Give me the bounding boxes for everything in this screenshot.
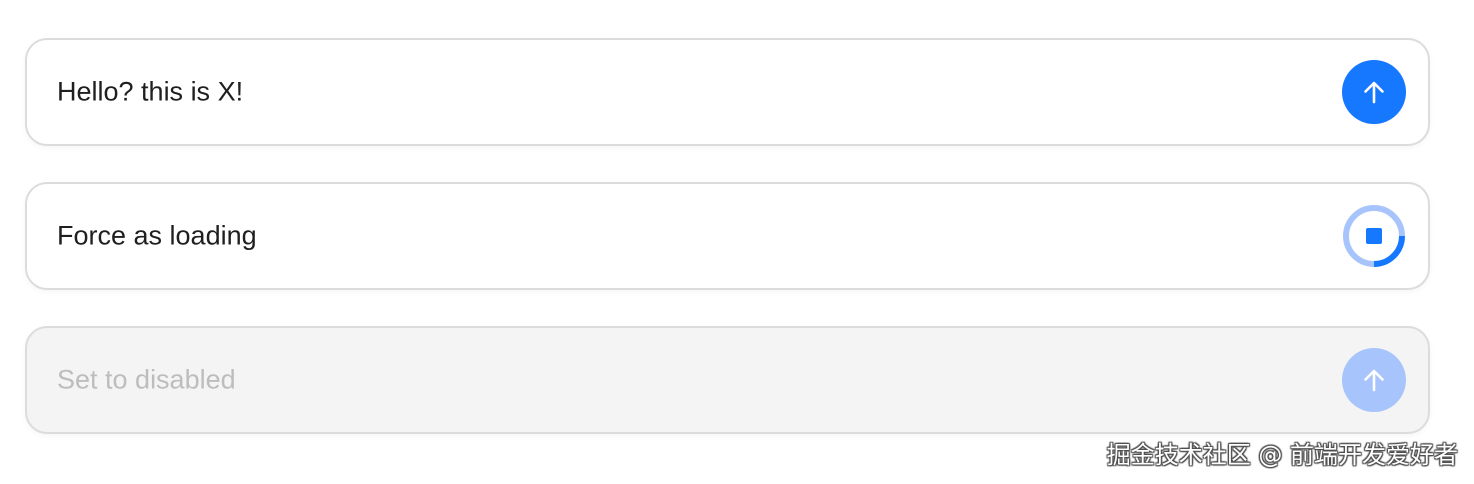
stop-loading-button[interactable] xyxy=(1342,204,1406,268)
sender-loading[interactable]: Force as loading xyxy=(25,182,1430,290)
sender-input[interactable]: Hello? this is X! xyxy=(57,77,243,108)
sender-input: Set to disabled xyxy=(57,364,236,395)
stop-icon xyxy=(1366,228,1382,244)
sender-disabled: Set to disabled xyxy=(25,326,1430,434)
arrow-up-icon xyxy=(1364,369,1384,392)
watermark: 掘金技术社区 @ 前端开发爱好者 xyxy=(1106,441,1458,469)
sender-default[interactable]: Hello? this is X! xyxy=(25,38,1430,146)
send-button-disabled xyxy=(1342,348,1406,412)
arrow-up-icon xyxy=(1364,81,1384,104)
sender-input[interactable]: Force as loading xyxy=(57,221,257,252)
send-button[interactable] xyxy=(1342,60,1406,124)
